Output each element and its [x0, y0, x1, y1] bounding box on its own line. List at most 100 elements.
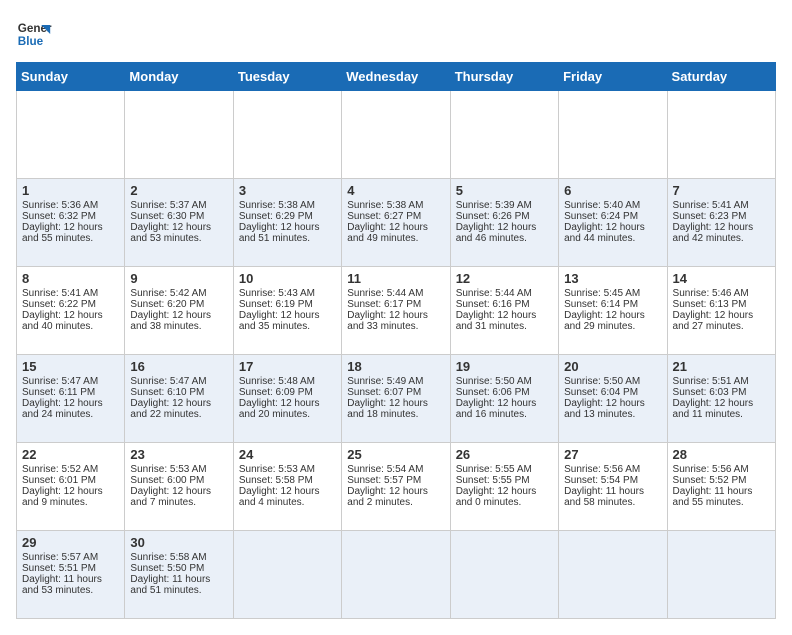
- day-info-line: and 38 minutes.: [130, 321, 227, 332]
- day-info-line: Daylight: 12 hours: [239, 310, 336, 321]
- calendar-day-cell: [450, 91, 558, 179]
- day-number: 16: [130, 359, 227, 374]
- day-info-line: and 7 minutes.: [130, 497, 227, 508]
- weekday-header-thursday: Thursday: [450, 63, 558, 91]
- calendar-day-cell: 9Sunrise: 5:42 AMSunset: 6:20 PMDaylight…: [125, 267, 233, 355]
- day-info-line: Daylight: 12 hours: [130, 398, 227, 409]
- day-info-line: Sunset: 6:20 PM: [130, 299, 227, 310]
- day-info-line: Sunrise: 5:53 AM: [130, 464, 227, 475]
- calendar-day-cell: 21Sunrise: 5:51 AMSunset: 6:03 PMDayligh…: [667, 355, 775, 443]
- day-number: 10: [239, 271, 336, 286]
- day-info-line: and 22 minutes.: [130, 409, 227, 420]
- day-info-line: and 42 minutes.: [673, 233, 770, 244]
- day-info-line: Daylight: 12 hours: [347, 222, 444, 233]
- calendar-day-cell: 5Sunrise: 5:39 AMSunset: 6:26 PMDaylight…: [450, 179, 558, 267]
- day-info-line: Daylight: 11 hours: [673, 486, 770, 497]
- svg-text:Blue: Blue: [18, 35, 44, 48]
- calendar-day-cell: 20Sunrise: 5:50 AMSunset: 6:04 PMDayligh…: [559, 355, 667, 443]
- calendar-table: SundayMondayTuesdayWednesdayThursdayFrid…: [16, 62, 776, 619]
- logo: General Blue: [16, 16, 52, 52]
- calendar-day-cell: [233, 531, 341, 619]
- day-info-line: and 24 minutes.: [22, 409, 119, 420]
- day-info-line: Sunrise: 5:38 AM: [239, 200, 336, 211]
- day-number: 2: [130, 183, 227, 198]
- weekday-header-saturday: Saturday: [667, 63, 775, 91]
- day-info-line: and 29 minutes.: [564, 321, 661, 332]
- day-info-line: Sunrise: 5:37 AM: [130, 200, 227, 211]
- day-info-line: Sunset: 6:03 PM: [673, 387, 770, 398]
- day-info-line: Daylight: 12 hours: [130, 486, 227, 497]
- day-info-line: Sunset: 6:32 PM: [22, 211, 119, 222]
- day-info-line: Daylight: 11 hours: [22, 574, 119, 585]
- day-info-line: Sunrise: 5:51 AM: [673, 376, 770, 387]
- day-info-line: Daylight: 12 hours: [239, 222, 336, 233]
- day-number: 19: [456, 359, 553, 374]
- day-number: 27: [564, 447, 661, 462]
- day-info-line: and 51 minutes.: [239, 233, 336, 244]
- weekday-header-wednesday: Wednesday: [342, 63, 450, 91]
- day-info-line: Daylight: 12 hours: [22, 398, 119, 409]
- calendar-week-row: 8Sunrise: 5:41 AMSunset: 6:22 PMDaylight…: [17, 267, 776, 355]
- day-info-line: Sunrise: 5:52 AM: [22, 464, 119, 475]
- day-info-line: Sunset: 6:09 PM: [239, 387, 336, 398]
- day-info-line: and 9 minutes.: [22, 497, 119, 508]
- day-info-line: Daylight: 12 hours: [239, 486, 336, 497]
- day-info-line: and 49 minutes.: [347, 233, 444, 244]
- weekday-header-friday: Friday: [559, 63, 667, 91]
- day-info-line: and 18 minutes.: [347, 409, 444, 420]
- calendar-day-cell: [667, 531, 775, 619]
- day-number: 14: [673, 271, 770, 286]
- day-info-line: Sunrise: 5:47 AM: [130, 376, 227, 387]
- day-info-line: Sunrise: 5:41 AM: [22, 288, 119, 299]
- calendar-day-cell: 12Sunrise: 5:44 AMSunset: 6:16 PMDayligh…: [450, 267, 558, 355]
- day-info-line: Sunrise: 5:57 AM: [22, 552, 119, 563]
- day-info-line: Sunset: 5:54 PM: [564, 475, 661, 486]
- calendar-week-row: 29Sunrise: 5:57 AMSunset: 5:51 PMDayligh…: [17, 531, 776, 619]
- day-info-line: Daylight: 12 hours: [347, 486, 444, 497]
- day-info-line: Sunrise: 5:46 AM: [673, 288, 770, 299]
- day-info-line: Sunset: 6:23 PM: [673, 211, 770, 222]
- day-number: 9: [130, 271, 227, 286]
- day-info-line: Sunset: 5:51 PM: [22, 563, 119, 574]
- day-info-line: Sunrise: 5:54 AM: [347, 464, 444, 475]
- day-info-line: Daylight: 12 hours: [456, 222, 553, 233]
- day-info-line: Sunrise: 5:40 AM: [564, 200, 661, 211]
- day-info-line: Sunset: 6:11 PM: [22, 387, 119, 398]
- calendar-day-cell: 6Sunrise: 5:40 AMSunset: 6:24 PMDaylight…: [559, 179, 667, 267]
- calendar-day-cell: 4Sunrise: 5:38 AMSunset: 6:27 PMDaylight…: [342, 179, 450, 267]
- day-number: 23: [130, 447, 227, 462]
- day-info-line: Daylight: 12 hours: [673, 222, 770, 233]
- day-info-line: Sunset: 6:10 PM: [130, 387, 227, 398]
- day-info-line: and 55 minutes.: [673, 497, 770, 508]
- day-number: 24: [239, 447, 336, 462]
- day-info-line: Sunset: 6:06 PM: [456, 387, 553, 398]
- day-info-line: Sunset: 6:04 PM: [564, 387, 661, 398]
- day-info-line: and 44 minutes.: [564, 233, 661, 244]
- day-info-line: Daylight: 11 hours: [564, 486, 661, 497]
- day-info-line: Daylight: 12 hours: [564, 222, 661, 233]
- day-info-line: Sunset: 6:07 PM: [347, 387, 444, 398]
- day-info-line: Sunset: 6:17 PM: [347, 299, 444, 310]
- day-number: 5: [456, 183, 553, 198]
- day-info-line: Daylight: 12 hours: [347, 398, 444, 409]
- day-info-line: and 20 minutes.: [239, 409, 336, 420]
- weekday-header-tuesday: Tuesday: [233, 63, 341, 91]
- calendar-day-cell: 27Sunrise: 5:56 AMSunset: 5:54 PMDayligh…: [559, 443, 667, 531]
- calendar-week-row: 15Sunrise: 5:47 AMSunset: 6:11 PMDayligh…: [17, 355, 776, 443]
- calendar-day-cell: 13Sunrise: 5:45 AMSunset: 6:14 PMDayligh…: [559, 267, 667, 355]
- day-info-line: and 51 minutes.: [130, 585, 227, 596]
- day-info-line: Daylight: 12 hours: [22, 486, 119, 497]
- calendar-day-cell: 1Sunrise: 5:36 AMSunset: 6:32 PMDaylight…: [17, 179, 125, 267]
- day-info-line: Sunrise: 5:47 AM: [22, 376, 119, 387]
- day-info-line: Sunset: 6:26 PM: [456, 211, 553, 222]
- calendar-day-cell: 17Sunrise: 5:48 AMSunset: 6:09 PMDayligh…: [233, 355, 341, 443]
- day-info-line: Sunrise: 5:44 AM: [347, 288, 444, 299]
- day-info-line: Sunset: 5:57 PM: [347, 475, 444, 486]
- day-info-line: Daylight: 12 hours: [456, 398, 553, 409]
- calendar-day-cell: 15Sunrise: 5:47 AMSunset: 6:11 PMDayligh…: [17, 355, 125, 443]
- day-number: 13: [564, 271, 661, 286]
- day-info-line: and 4 minutes.: [239, 497, 336, 508]
- calendar-day-cell: 30Sunrise: 5:58 AMSunset: 5:50 PMDayligh…: [125, 531, 233, 619]
- calendar-day-cell: 19Sunrise: 5:50 AMSunset: 6:06 PMDayligh…: [450, 355, 558, 443]
- day-info-line: and 35 minutes.: [239, 321, 336, 332]
